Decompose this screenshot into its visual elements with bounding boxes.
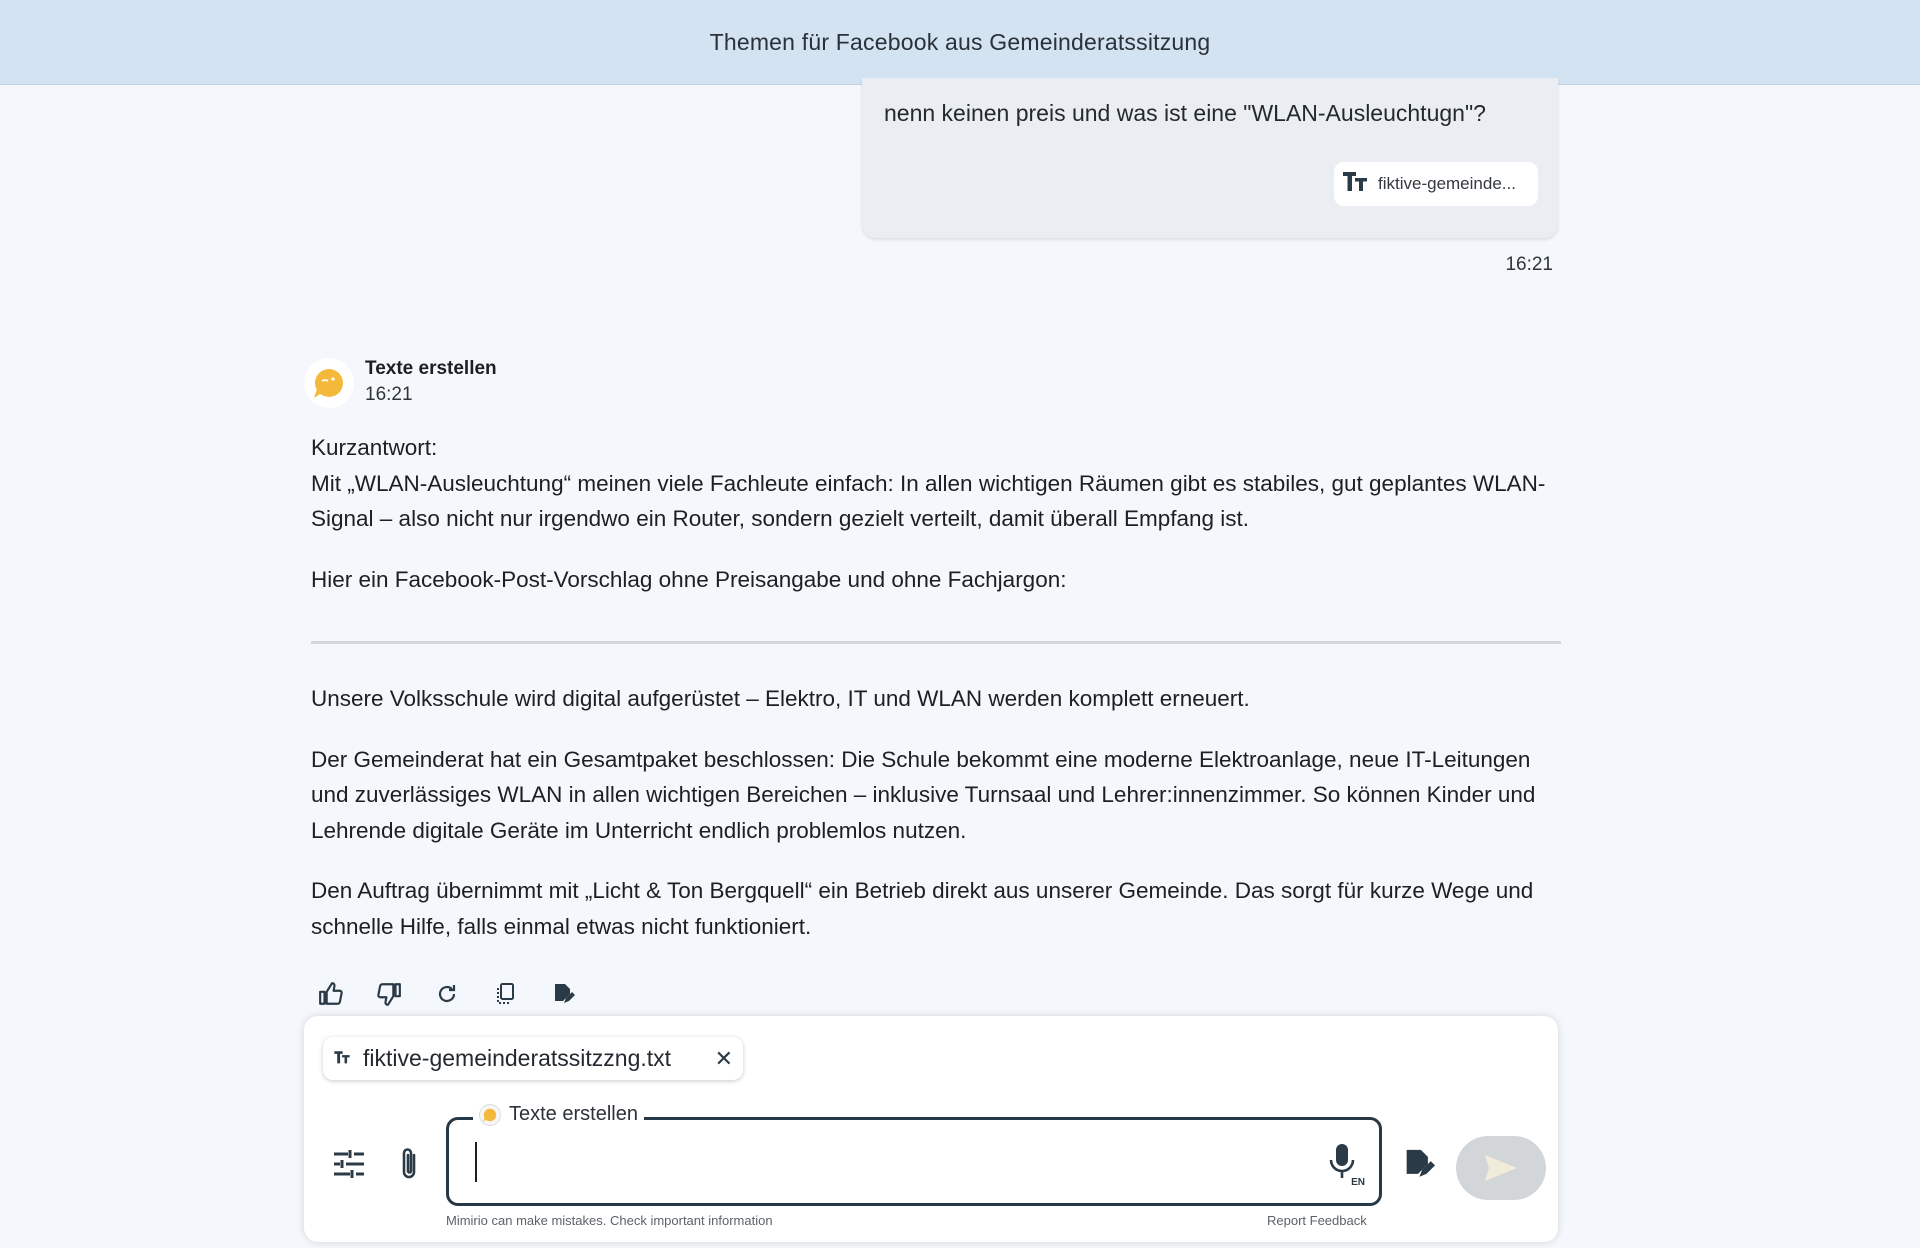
answer-paragraph: Hier ein Facebook-Post-Vorschlag ohne Pr… [311, 562, 1561, 598]
mode-label-text: Texte erstellen [509, 1103, 638, 1125]
thumbs-up-icon[interactable] [315, 978, 347, 1010]
chat-title: Themen für Facebook aus Gemeinderatssitz… [709, 28, 1211, 55]
paperclip-icon[interactable] [391, 1146, 427, 1182]
assistant-time: 16:21 [365, 384, 413, 405]
post-paragraph: Der Gemeinderat hat ein Gesamtpaket besc… [311, 746, 1536, 843]
edit-document-icon[interactable] [547, 978, 579, 1010]
chat-title-bar: Themen für Facebook aus Gemeinderatssitz… [0, 0, 1920, 85]
mic-language: EN [1351, 1177, 1365, 1188]
divider [311, 641, 1561, 644]
regenerate-icon[interactable] [431, 978, 463, 1010]
assistant-name: Texte erstellen [365, 358, 497, 379]
copy-icon[interactable] [489, 978, 521, 1010]
assistant-avatar [304, 358, 354, 408]
message-composer: fiktive-gemeinderatssitzzng.txt ✕ Texte … [304, 1016, 1558, 1242]
composer-attachment-chip[interactable]: fiktive-gemeinderatssitzzng.txt ✕ [323, 1037, 743, 1080]
user-message-attachment[interactable]: fiktive-gemeinde... [1334, 162, 1538, 206]
user-message-time: 16:21 [1505, 254, 1553, 275]
text-caret [475, 1142, 477, 1182]
microphone-icon[interactable]: EN [1327, 1142, 1365, 1188]
attachment-filename: fiktive-gemeinde... [1378, 174, 1516, 193]
speech-bubble-avatar-icon [479, 1103, 501, 1126]
text-format-icon [333, 1049, 351, 1069]
post-paragraph: Unsere Volksschule wird digital aufgerüs… [311, 686, 1250, 711]
assistant-message: Kurzantwort: Mit „WLAN-Ausleuchtung“ mei… [311, 430, 1561, 969]
answer-line: Kurzantwort: [311, 435, 438, 460]
settings-sliders-icon[interactable] [331, 1146, 367, 1182]
close-icon[interactable]: ✕ [715, 1046, 733, 1072]
user-message-bubble: nenn keinen preis und was ist eine "WLAN… [862, 78, 1558, 238]
answer-line: Mit „WLAN-Ausleuchtung“ meinen viele Fac… [311, 470, 1546, 532]
send-button[interactable] [1456, 1136, 1546, 1200]
composer-attachment-name: fiktive-gemeinderatssitzzng.txt [363, 1045, 672, 1071]
answer-paragraph: Kurzantwort: Mit „WLAN-Ausleuchtung“ mei… [311, 430, 1561, 537]
mode-label: Texte erstellen [473, 1103, 644, 1126]
disclaimer-text: Mimirio can make mistakes. Check importa… [446, 1213, 773, 1228]
message-actions [315, 978, 579, 1010]
speech-bubble-avatar-icon [314, 369, 343, 398]
edit-document-icon[interactable] [1400, 1146, 1436, 1182]
user-message-text: nenn keinen preis und was ist eine "WLAN… [884, 100, 1486, 126]
post-paragraph: Den Auftrag übernimmt mit „Licht & Ton B… [311, 878, 1534, 939]
report-feedback-link[interactable]: Report Feedback [1267, 1213, 1367, 1228]
message-input-box[interactable]: Texte erstellen EN [446, 1103, 1382, 1206]
send-icon [1485, 1155, 1517, 1181]
message-input[interactable] [479, 1138, 1299, 1186]
thumbs-down-icon[interactable] [373, 978, 405, 1010]
text-format-icon [1342, 170, 1368, 199]
answer-line: Hier ein Facebook-Post-Vorschlag ohne Pr… [311, 566, 1067, 592]
